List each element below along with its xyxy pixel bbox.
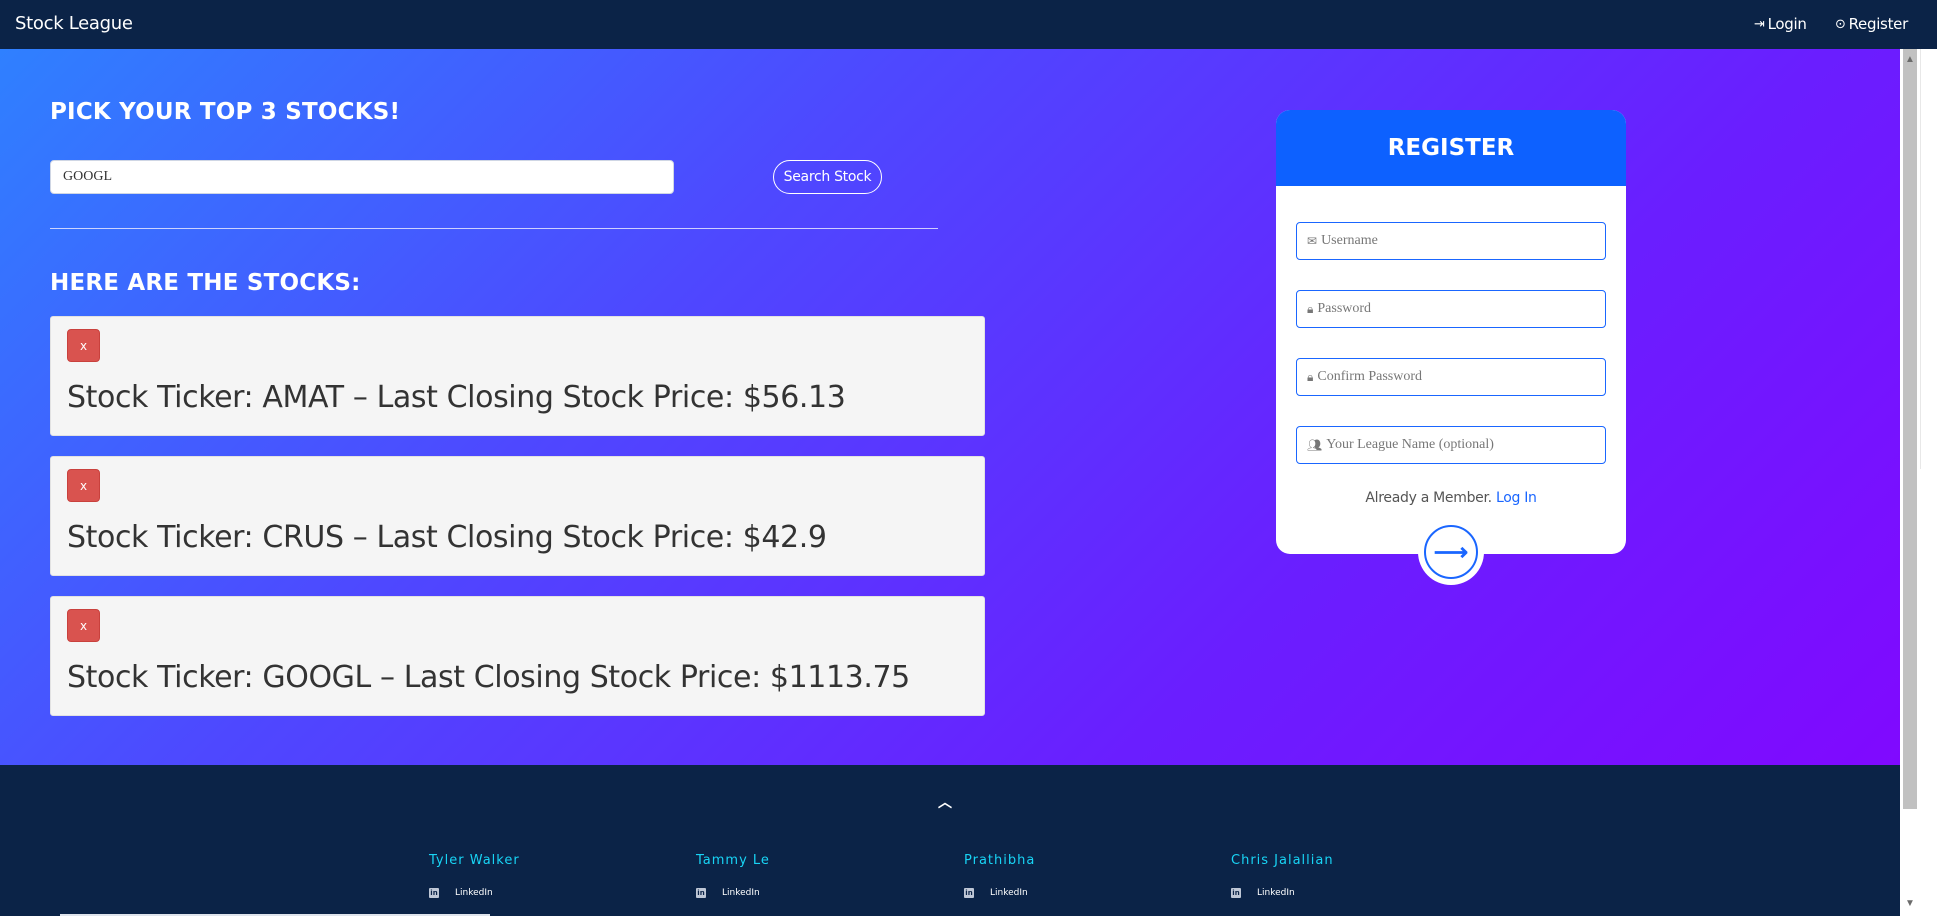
stock-info: Stock Ticker: CRUS – Last Closing Stock …	[67, 520, 827, 555]
register-card: REGISTER ✉ Username 🔒︎ Password 🔒︎ Confi…	[1276, 110, 1626, 585]
linkedin-icon: in	[964, 888, 974, 898]
sign-in-icon: ⇥	[1754, 16, 1765, 32]
username-placeholder: Username	[1321, 233, 1378, 248]
confirm-password-field[interactable]: 🔒︎ Confirm Password	[1296, 358, 1606, 396]
arrow-right-icon: ⟶	[1424, 525, 1478, 579]
top-navbar: Stock League ⇥ Login ⊙ Register	[0, 0, 1937, 49]
login-link-inline[interactable]: Log In	[1496, 490, 1537, 506]
remove-stock-button[interactable]: x	[67, 469, 100, 502]
chevron-up-icon[interactable]: ︿	[938, 792, 952, 812]
register-title: REGISTER	[1276, 110, 1626, 186]
stock-info: Stock Ticker: AMAT – Last Closing Stock …	[67, 380, 846, 415]
remove-stock-button[interactable]: x	[67, 609, 100, 642]
register-label: Register	[1848, 15, 1909, 33]
stock-info: Stock Ticker: GOOGL – Last Closing Stock…	[67, 660, 910, 695]
stock-card: x Stock Ticker: AMAT – Last Closing Stoc…	[50, 316, 985, 436]
stock-search-input[interactable]	[50, 160, 674, 194]
users-icon: 👥︎	[1307, 437, 1323, 452]
linkedin-link[interactable]: in LinkedIn	[429, 888, 493, 898]
footer: ︿ Tyler Walker Tammy Le Prathibha Chris …	[0, 765, 1900, 916]
linkedin-label: LinkedIn	[455, 888, 493, 898]
team-member-name: Chris Jalallian	[1231, 853, 1334, 868]
scroll-down-arrow-icon[interactable]: ▼	[1902, 897, 1918, 911]
team-member-name: Tammy Le	[696, 853, 770, 868]
confirm-password-placeholder: Confirm Password	[1317, 369, 1423, 384]
stock-card: x Stock Ticker: GOOGL – Last Closing Sto…	[50, 596, 985, 716]
scroll-up-arrow-icon[interactable]: ▲	[1902, 53, 1918, 67]
divider	[50, 228, 938, 229]
brand-link[interactable]: Stock League	[15, 13, 133, 34]
already-member-line: Already a Member. Log In	[1276, 490, 1626, 506]
team-member-name: Tyler Walker	[429, 853, 520, 868]
register-icon: ⊙	[1835, 16, 1846, 32]
stock-card: x Stock Ticker: CRUS – Last Closing Stoc…	[50, 456, 985, 576]
lock-icon: 🔒︎	[1307, 301, 1314, 316]
lock-icon: 🔒︎	[1307, 369, 1314, 384]
register-link[interactable]: ⊙ Register	[1835, 15, 1908, 33]
linkedin-label: LinkedIn	[990, 888, 1028, 898]
linkedin-icon: in	[429, 888, 439, 898]
linkedin-icon: in	[1231, 888, 1241, 898]
league-placeholder: Your League Name (optional)	[1326, 437, 1494, 452]
register-submit-button[interactable]: ⟶	[1418, 519, 1484, 585]
side-panel-edge	[1920, 49, 1937, 469]
league-name-field[interactable]: 👥︎ Your League Name (optional)	[1296, 426, 1606, 464]
linkedin-link[interactable]: in LinkedIn	[964, 888, 1028, 898]
password-field[interactable]: 🔒︎ Password	[1296, 290, 1606, 328]
password-placeholder: Password	[1317, 301, 1372, 316]
linkedin-link[interactable]: in LinkedIn	[1231, 888, 1295, 898]
linkedin-label: LinkedIn	[1257, 888, 1295, 898]
envelope-icon: ✉	[1307, 233, 1318, 248]
login-label: Login	[1767, 15, 1807, 33]
team-member-name: Prathibha	[964, 853, 1036, 868]
username-field[interactable]: ✉ Username	[1296, 222, 1606, 260]
pick-stocks-title: PICK YOUR TOP 3 STOCKS!	[50, 99, 401, 125]
search-stock-button[interactable]: Search Stock	[773, 160, 882, 194]
linkedin-icon: in	[696, 888, 706, 898]
linkedin-link[interactable]: in LinkedIn	[696, 888, 760, 898]
already-member-text: Already a Member.	[1365, 490, 1492, 506]
results-title: HERE ARE THE STOCKS:	[50, 270, 361, 296]
remove-stock-button[interactable]: x	[67, 329, 100, 362]
vertical-scrollbar-thumb[interactable]	[1903, 49, 1917, 809]
linkedin-label: LinkedIn	[722, 888, 760, 898]
login-link[interactable]: ⇥ Login	[1754, 15, 1807, 33]
